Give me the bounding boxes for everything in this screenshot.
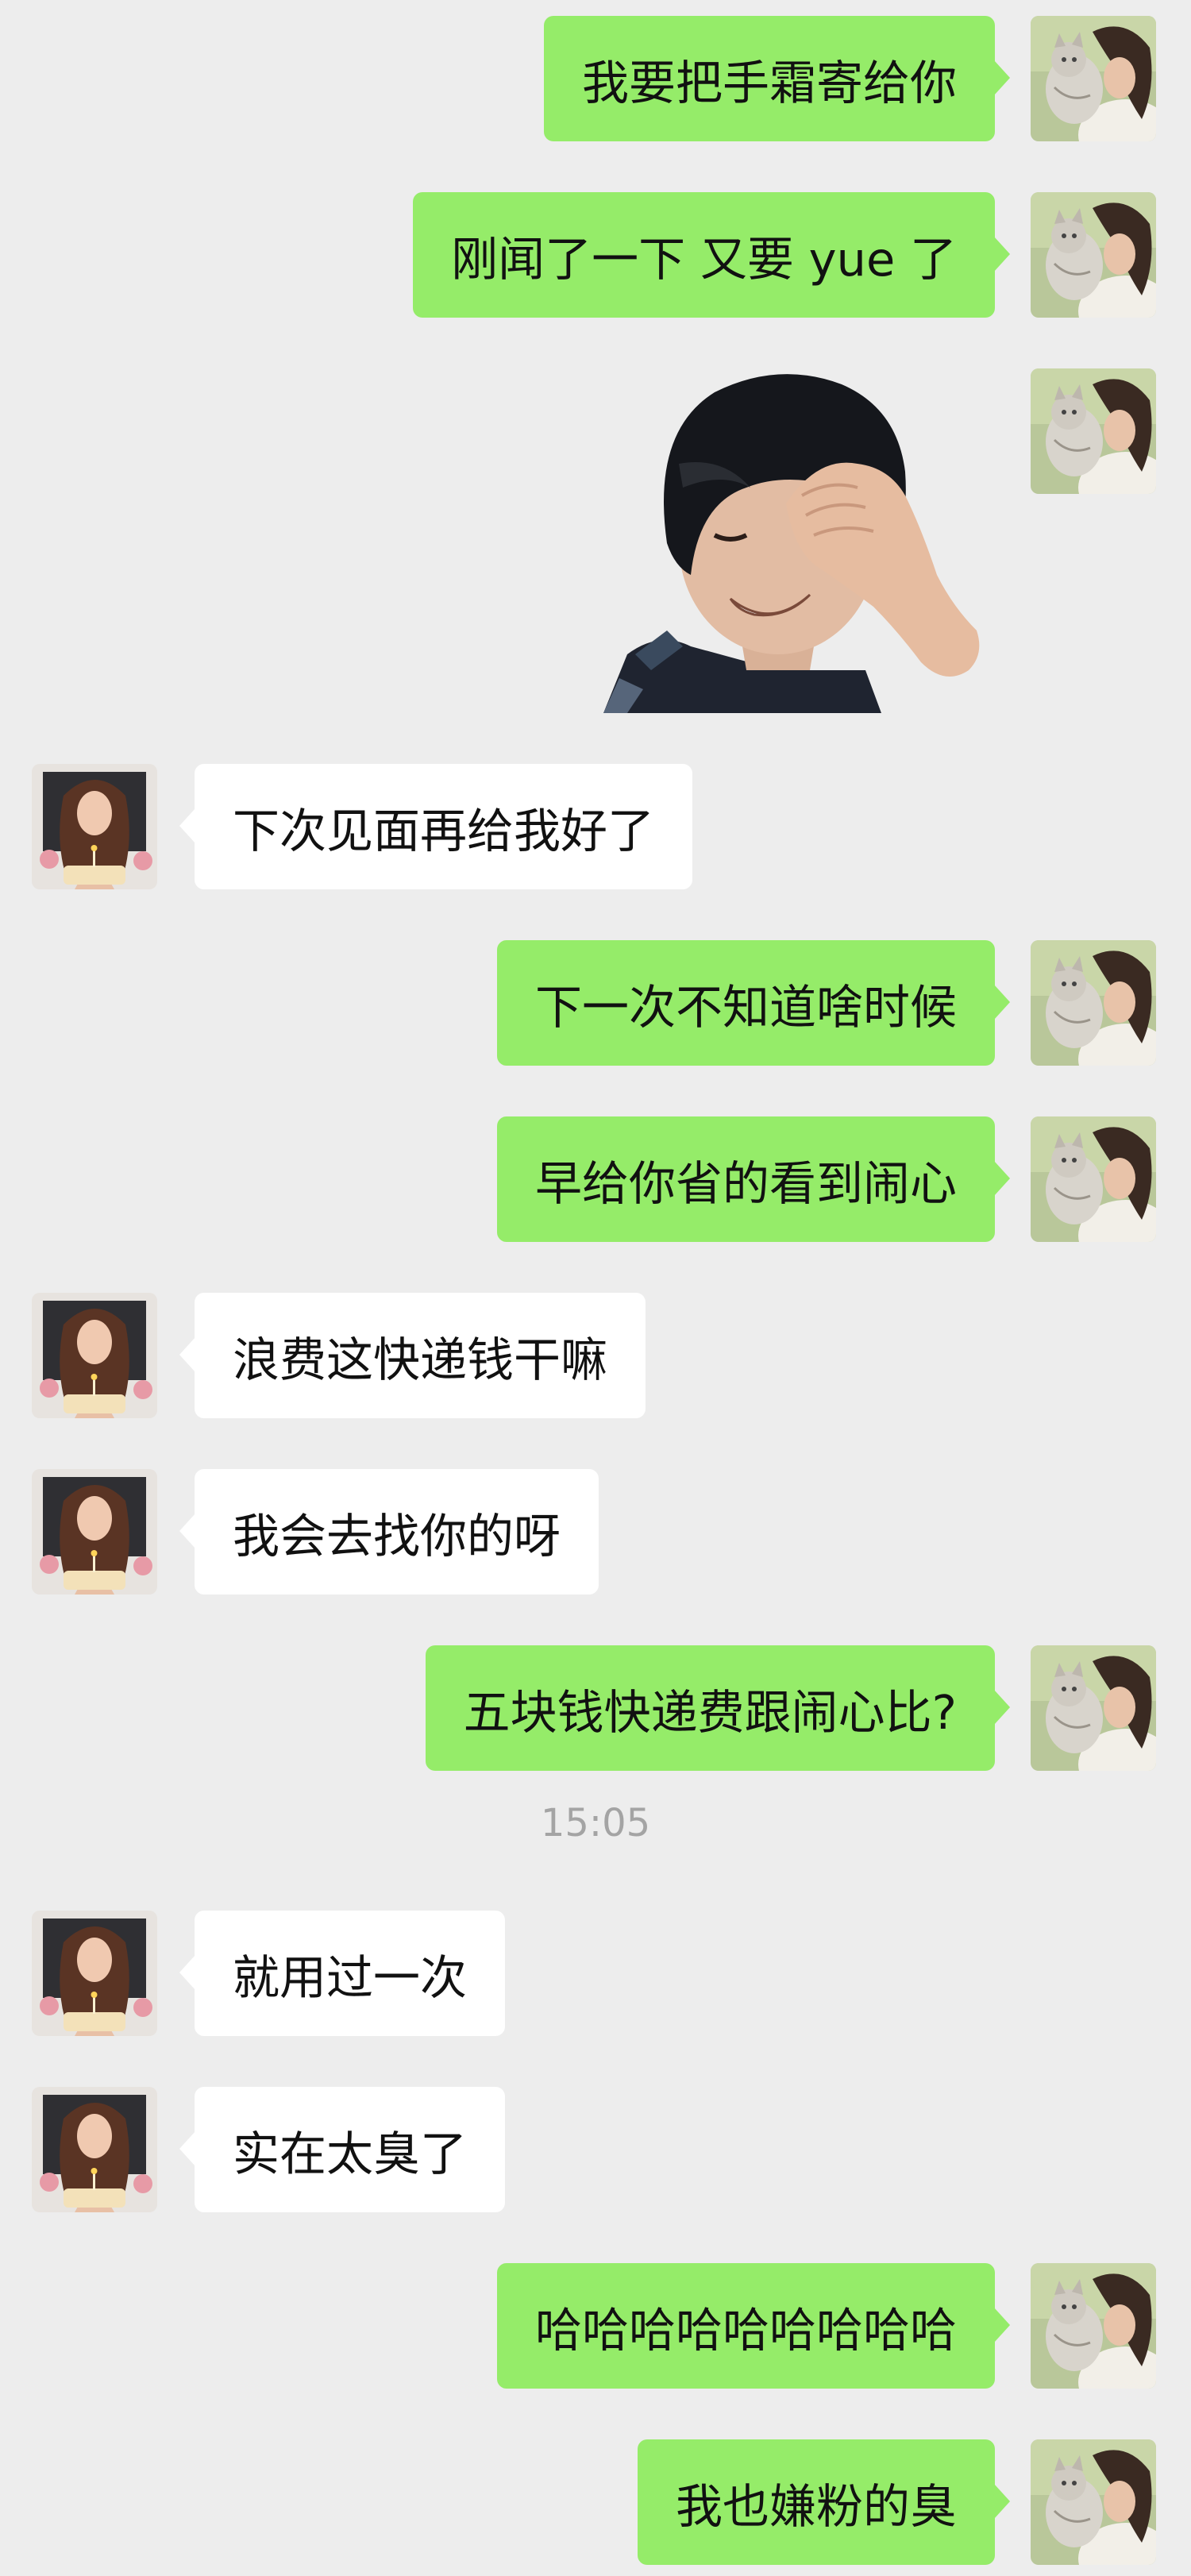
message-bubble-sent[interactable]: 五块钱快递费跟闹心比?	[425, 1645, 1011, 1771]
contact-avatar[interactable]	[32, 1293, 157, 1418]
message-bubble-received[interactable]: 下次见面再给我好了	[179, 764, 693, 889]
contact-avatar[interactable]	[32, 2087, 157, 2212]
my-avatar[interactable]	[1031, 192, 1156, 318]
my-avatar[interactable]	[1031, 1116, 1156, 1242]
my-avatar[interactable]	[1031, 368, 1156, 494]
my-avatar[interactable]	[1031, 940, 1156, 1066]
message-bubble-sent[interactable]: 刚闻了一下 又要 yue 了	[413, 192, 1010, 318]
message-bubble-sent[interactable]: 我要把手霜寄给你	[543, 16, 1011, 141]
message-bubble-sent[interactable]: 哈哈哈哈哈哈哈哈哈	[496, 2263, 1011, 2389]
message-bubble-sent[interactable]: 下一次不知道啥时候	[496, 940, 1011, 1066]
message-bubble-sent[interactable]: 我也嫌粉的臭	[637, 2439, 1011, 2565]
message-bubble-received[interactable]: 就用过一次	[179, 1911, 506, 2036]
message-bubble-received[interactable]: 浪费这快递钱干嘛	[179, 1293, 646, 1418]
my-avatar[interactable]	[1031, 2439, 1156, 2565]
message-timestamp: 15:05	[540, 1801, 651, 1845]
message-bubble-sent[interactable]: 早给你省的看到闹心	[496, 1116, 1011, 1242]
message-bubble-received[interactable]: 实在太臭了	[179, 2087, 506, 2212]
my-avatar[interactable]	[1031, 2263, 1156, 2389]
contact-avatar[interactable]	[32, 1911, 157, 2036]
my-avatar[interactable]	[1031, 1645, 1156, 1771]
message-bubble-received[interactable]: 我会去找你的呀	[179, 1469, 599, 1595]
my-avatar[interactable]	[1031, 16, 1156, 141]
contact-avatar[interactable]	[32, 1469, 157, 1595]
laughing-facepalm-sticker[interactable]	[603, 368, 992, 713]
contact-avatar[interactable]	[32, 764, 157, 889]
